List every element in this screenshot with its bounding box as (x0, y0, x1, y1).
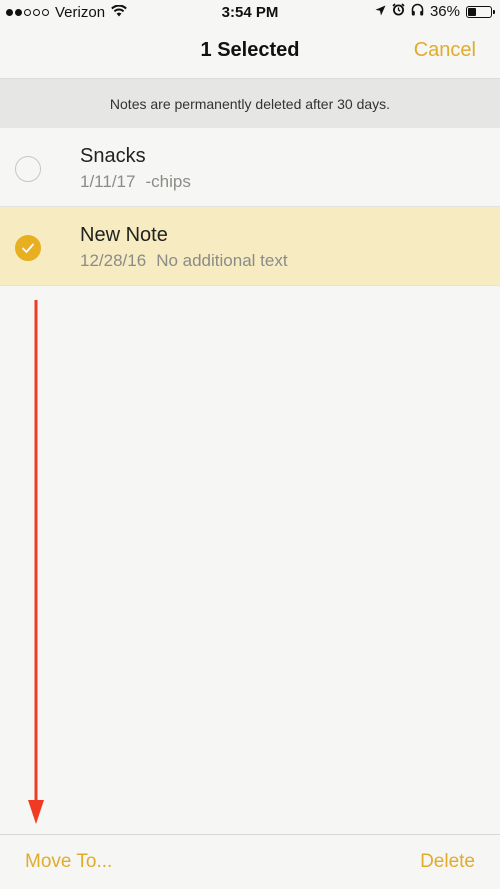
deletion-notice-banner: Notes are permanently deleted after 30 d… (0, 79, 500, 128)
deletion-notice-text: Notes are permanently deleted after 30 d… (109, 95, 391, 112)
red-arrow-annotation (28, 300, 44, 824)
note-subtitle: 1/11/17 -chips (80, 172, 191, 192)
checkmark-icon[interactable] (15, 235, 41, 261)
unselected-circle-icon[interactable] (15, 156, 41, 182)
note-subtitle: 12/28/16 No additional text (80, 251, 288, 271)
note-title: Snacks (80, 145, 146, 167)
note-preview: No additional text (156, 251, 288, 270)
note-date: 12/28/16 (80, 251, 147, 270)
notes-app: Verizon 3:54 PM 36% 1 Selected Cancel No… (0, 0, 500, 889)
status-bar: Verizon 3:54 PM 36% (0, 0, 500, 26)
headphones-icon (411, 3, 424, 20)
status-right: 36% (375, 3, 495, 20)
battery-icon (466, 5, 495, 18)
move-to-button[interactable]: Move To... (25, 851, 112, 873)
note-row-new-note[interactable]: New Note 12/28/16 No additional text (0, 207, 500, 286)
cancel-button[interactable]: Cancel (414, 39, 476, 62)
note-row-snacks[interactable]: Snacks 1/11/17 -chips (0, 128, 500, 207)
battery-percent: 36% (429, 3, 460, 20)
note-preview: -chips (145, 172, 191, 191)
note-list: Snacks 1/11/17 -chips New Note 12/28/16 No… (0, 128, 500, 286)
alarm-icon (392, 3, 405, 20)
location-icon (375, 3, 386, 20)
bottom-toolbar: Move To... Delete (0, 834, 500, 889)
nav-bar: 1 Selected Cancel (0, 26, 500, 79)
note-date: 1/11/17 (80, 172, 136, 191)
delete-button[interactable]: Delete (420, 851, 475, 873)
note-title: New Note (80, 224, 168, 246)
